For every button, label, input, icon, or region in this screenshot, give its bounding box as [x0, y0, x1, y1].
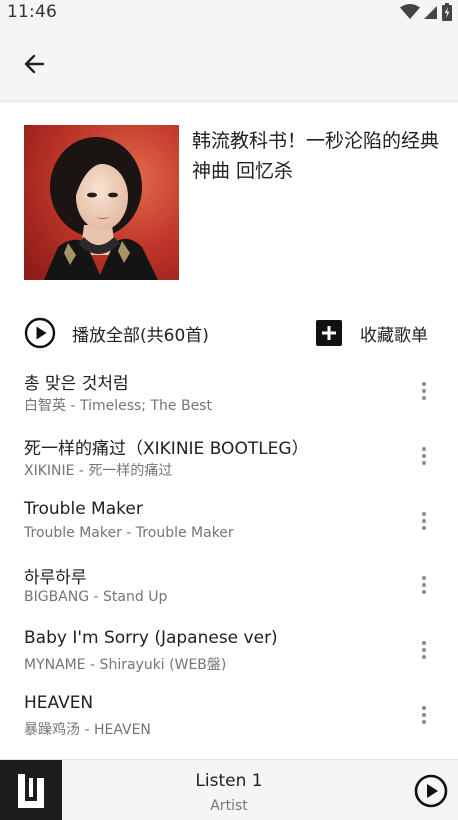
- song-list: 총 맞은 것처럼 白智英 - Timeless; The Best 死一样的痛过…: [0, 365, 458, 754]
- song-subtitle: XIKINIE - 死一样的痛过: [24, 462, 173, 479]
- song-title: HEAVEN: [24, 692, 94, 713]
- song-row[interactable]: Baby I'm Sorry (Japanese ver) MYNAME - S…: [0, 624, 458, 689]
- play-all-button[interactable]: 播放全部(共60首): [24, 316, 209, 350]
- now-playing-title: Listen 1: [195, 771, 263, 791]
- collect-playlist-button[interactable]: 收藏歌单: [316, 316, 428, 350]
- song-row[interactable]: 총 맞은 것처럼 白智英 - Timeless; The Best: [0, 365, 458, 430]
- song-title: Baby I'm Sorry (Japanese ver): [24, 628, 278, 649]
- more-vert-icon[interactable]: [414, 638, 434, 662]
- song-title: 총 맞은 것처럼: [24, 374, 129, 394]
- playlist-cover-image: [24, 125, 179, 280]
- play-all-label: 播放全部(共60首): [72, 325, 209, 346]
- app-bar-shadow: [0, 100, 458, 104]
- add-box-icon: [316, 320, 342, 346]
- song-row[interactable]: HEAVEN 暴躁鸡汤 - HEAVEN: [0, 689, 458, 754]
- app-bar: [0, 24, 458, 100]
- battery-icon: [442, 3, 452, 21]
- song-subtitle: Trouble Maker - Trouble Maker: [24, 524, 234, 541]
- status-bar: 11:46: [0, 0, 458, 24]
- song-subtitle: MYNAME - Shirayuki (WEB盤): [24, 657, 227, 674]
- now-playing-artist: Artist: [210, 798, 248, 814]
- song-row[interactable]: 하루하루 BIGBANG - Stand Up: [0, 559, 458, 624]
- back-button[interactable]: [14, 44, 54, 84]
- wifi-icon: [400, 4, 420, 19]
- song-row[interactable]: 死一样的痛过（XIKINIE BOOTLEG） XIKINIE - 死一样的痛过: [0, 430, 458, 495]
- play-circle-icon: [24, 317, 56, 349]
- playlist-title: 韩流教科书！一秒沦陷的经典神曲 回忆杀: [192, 130, 440, 182]
- song-title: Trouble Maker: [24, 498, 143, 519]
- collect-label: 收藏歌单: [360, 325, 428, 346]
- more-vert-icon[interactable]: [414, 444, 434, 468]
- more-vert-icon[interactable]: [414, 509, 434, 533]
- song-subtitle: 暴躁鸡汤 - HEAVEN: [24, 721, 151, 738]
- song-title: 死一样的痛过（XIKINIE BOOTLEG）: [24, 438, 309, 459]
- status-icons: [400, 3, 452, 21]
- more-vert-icon[interactable]: [414, 573, 434, 597]
- play-circle-icon[interactable]: [414, 774, 448, 808]
- song-row[interactable]: Trouble Maker Trouble Maker - Trouble Ma…: [0, 495, 458, 560]
- mini-player[interactable]: Listen 1 Artist: [0, 759, 458, 820]
- song-title: 하루하루: [24, 568, 87, 589]
- song-subtitle: 白智英 - Timeless; The Best: [24, 398, 212, 414]
- more-vert-icon[interactable]: [414, 379, 434, 403]
- more-vert-icon[interactable]: [414, 703, 434, 727]
- status-time: 11:46: [7, 2, 57, 22]
- cellular-icon: [424, 6, 437, 19]
- arrow-left-icon: [24, 54, 45, 74]
- song-subtitle: BIGBANG - Stand Up: [24, 589, 168, 606]
